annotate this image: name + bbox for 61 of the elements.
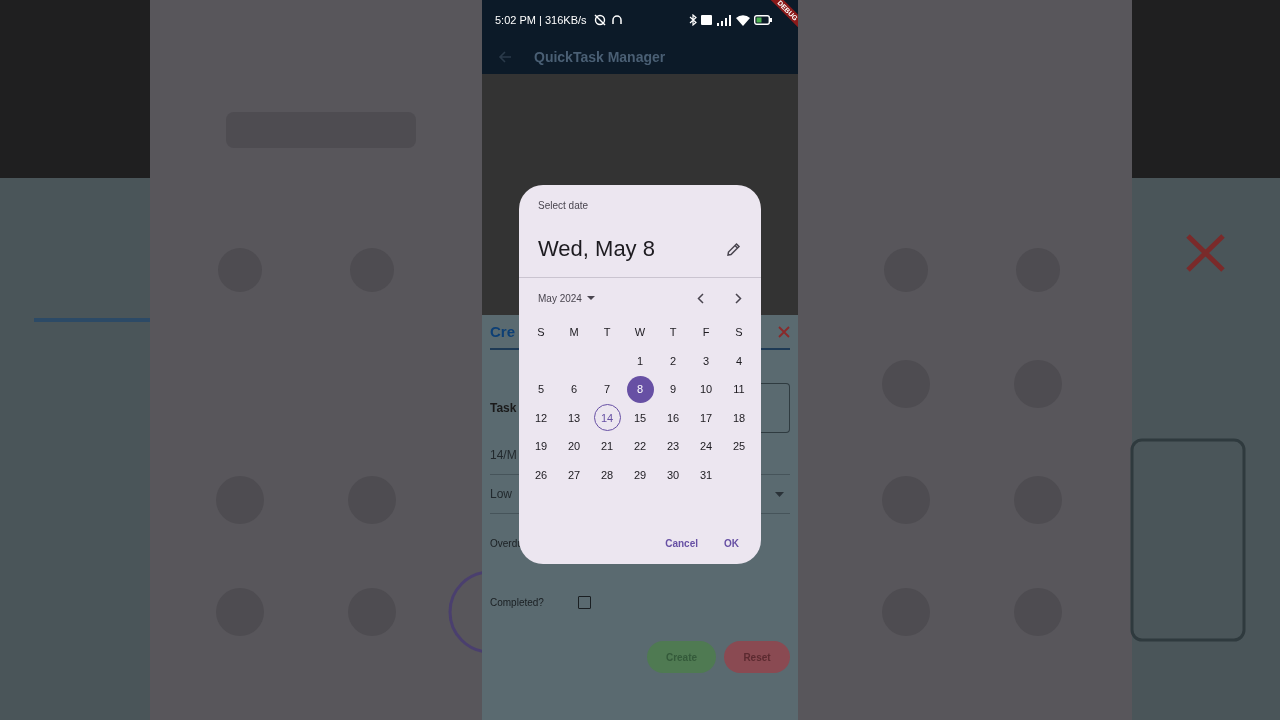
weekday-label: T [602, 325, 612, 341]
ok-button[interactable]: OK [714, 529, 749, 557]
calendar-day[interactable]: 27 [560, 461, 588, 489]
calendar-day[interactable]: 17 [692, 404, 720, 432]
calendar-day[interactable]: 1 [626, 347, 654, 375]
date-value: 14/M [490, 448, 517, 462]
previous-month-icon[interactable] [697, 292, 704, 304]
calendar-day[interactable]: 30 [659, 461, 687, 489]
calendar-day[interactable]: 11 [725, 375, 753, 403]
calendar-day[interactable]: 3 [692, 347, 720, 375]
wifi-icon [736, 14, 750, 26]
calendar-day[interactable]: 28 [593, 461, 621, 489]
calendar-day[interactable]: 15 [626, 404, 654, 432]
calendar-day[interactable]: 10 [692, 375, 720, 403]
calendar-day[interactable]: 22 [626, 432, 654, 460]
completed-label: Completed? [490, 596, 544, 608]
calendar-day[interactable]: 29 [626, 461, 654, 489]
dropdown-caret-icon [586, 296, 595, 300]
calendar-day[interactable]: 18 [725, 404, 753, 432]
completed-checkbox[interactable] [577, 595, 591, 609]
calendar-day[interactable]: 21 [593, 432, 621, 460]
calendar-day[interactable]: 13 [560, 404, 588, 432]
calendar-day[interactable]: 20 [560, 432, 588, 460]
bluetooth-icon [689, 14, 697, 26]
weekday-label: M [568, 325, 580, 341]
priority-value: Low [490, 487, 512, 501]
weekday-label: F [701, 325, 711, 341]
signal-icon [716, 14, 732, 26]
app-title: QuickTask Manager [534, 49, 666, 65]
calendar-day[interactable]: 25 [725, 432, 753, 460]
calendar-day[interactable]: 12 [527, 404, 555, 432]
status-time: 5:02 PM | 316KB/s [495, 14, 587, 26]
calendar-day[interactable]: 9 [659, 375, 687, 403]
calendar-day[interactable]: 26 [527, 461, 555, 489]
form-title: Cre [490, 323, 515, 340]
dialog-header: Select date [538, 199, 589, 212]
calendar-day[interactable]: 16 [659, 404, 687, 432]
headphones-icon [610, 14, 623, 26]
edit-icon[interactable] [726, 241, 741, 257]
calendar-day[interactable]: 24 [692, 432, 720, 460]
calendar-day[interactable]: 31 [692, 461, 720, 489]
calendar-day[interactable]: 8 [626, 375, 654, 403]
alarm-off-icon [592, 13, 607, 27]
cancel-button[interactable]: Cancel [655, 529, 708, 557]
weekday-label: W [633, 325, 647, 341]
task-label: Task [490, 401, 517, 415]
calendar-day[interactable]: 4 [725, 347, 753, 375]
next-month-icon[interactable] [735, 292, 742, 304]
sim-icon [701, 15, 712, 25]
calendar-day[interactable]: 7 [593, 375, 621, 403]
battery-icon [754, 15, 772, 25]
calendar-day[interactable]: 19 [527, 432, 555, 460]
selected-date: Wed, May 8 [538, 236, 655, 262]
calendar-day[interactable]: 23 [659, 432, 687, 460]
weekday-label: S [536, 325, 546, 341]
calendar-day[interactable]: 6 [560, 375, 588, 403]
month-selector[interactable]: May 2024 [536, 290, 597, 306]
weekday-label: T [668, 325, 678, 341]
calendar-day[interactable]: 5 [527, 375, 555, 403]
calendar-day[interactable]: 2 [659, 347, 687, 375]
weekday-label: S [734, 325, 744, 341]
